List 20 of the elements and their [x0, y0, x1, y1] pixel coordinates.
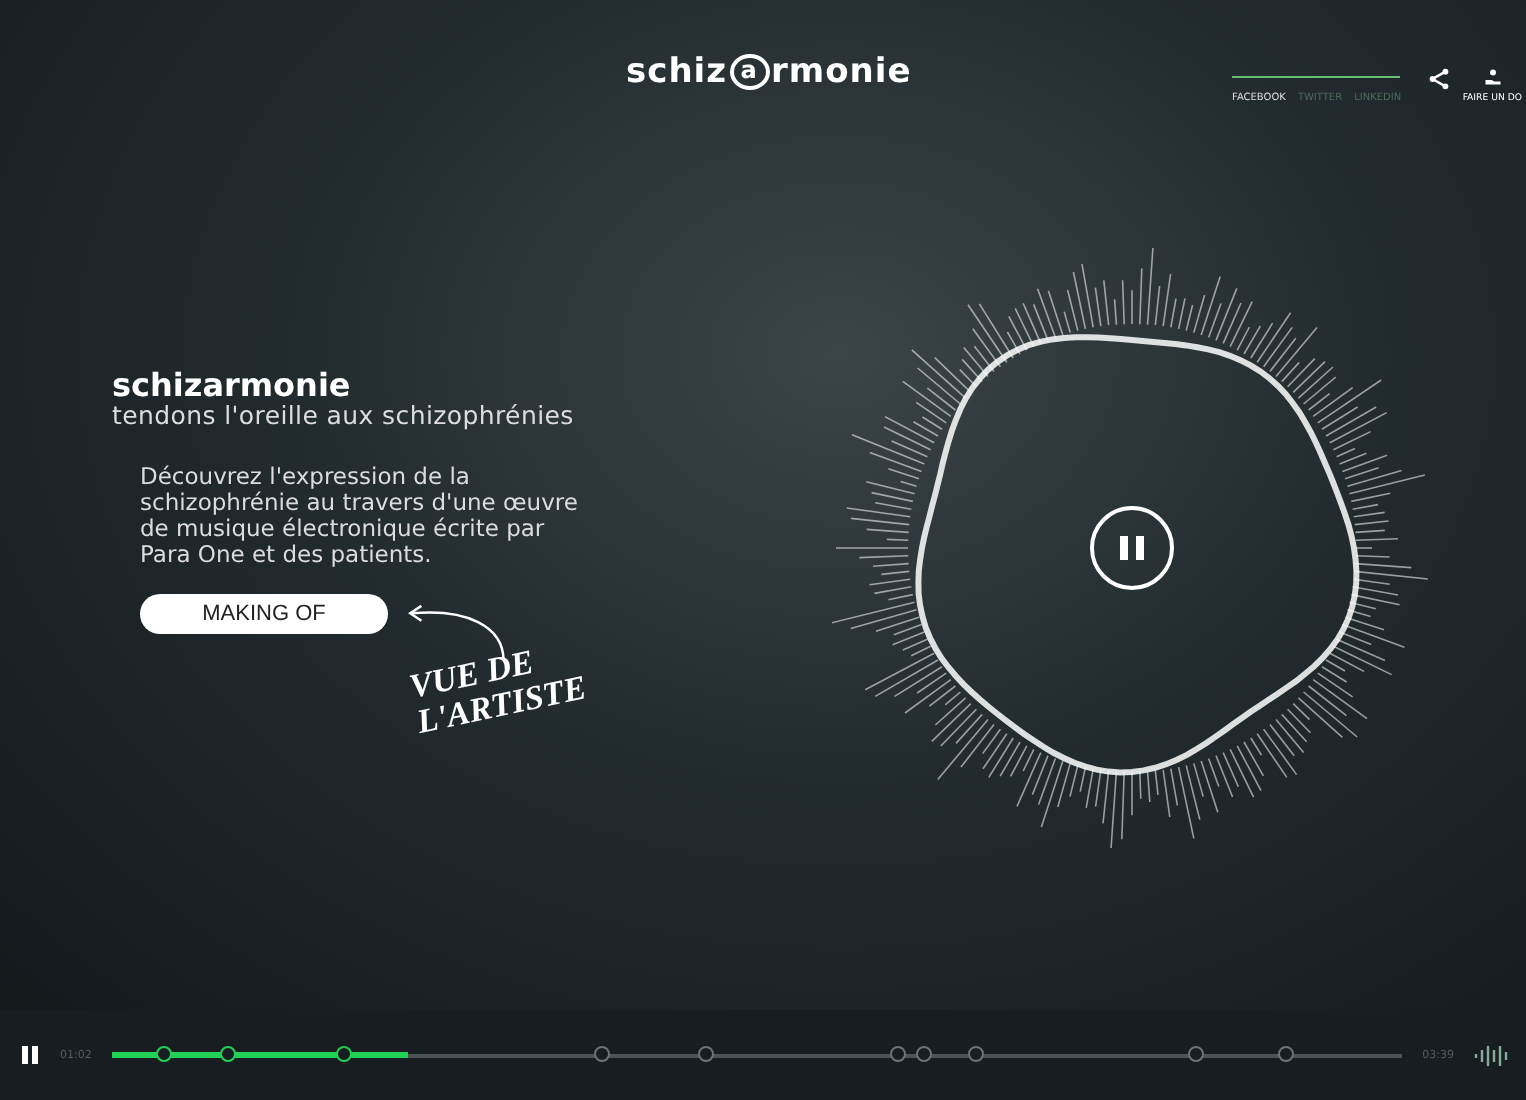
- chapter-marker[interactable]: [697, 1045, 714, 1061]
- chapter-marker[interactable]: [219, 1045, 236, 1061]
- chapter-marker[interactable]: [1278, 1045, 1295, 1061]
- waveform-icon[interactable]: [1474, 1043, 1510, 1067]
- pause-button[interactable]: [20, 1043, 40, 1067]
- handwritten-note: VUE DE L'ARTISTE: [406, 640, 590, 742]
- chapter-marker[interactable]: [594, 1045, 611, 1061]
- description: Découvrez l'expression de la schizophrénie au travers d'une œuvre de musique électronique écrite par Para One et des patients.: [140, 464, 580, 568]
- chapter-marker[interactable]: [890, 1045, 907, 1061]
- tagline: tendons l'oreille aux schizophrénies: [112, 402, 576, 428]
- chapter-marker[interactable]: [155, 1045, 172, 1061]
- making-of-button[interactable]: MAKING OF: [140, 594, 388, 634]
- share-icon[interactable]: [1428, 68, 1451, 90]
- hand-coin-icon: [1483, 68, 1502, 86]
- chapter-marker[interactable]: [968, 1045, 985, 1061]
- site-title: schizarmonie: [112, 368, 353, 402]
- logo[interactable]: schiz a rmonie: [626, 52, 912, 92]
- chapter-marker[interactable]: [336, 1045, 352, 1061]
- chapter-marker[interactable]: [1187, 1045, 1204, 1061]
- chapter-marker[interactable]: [916, 1045, 933, 1061]
